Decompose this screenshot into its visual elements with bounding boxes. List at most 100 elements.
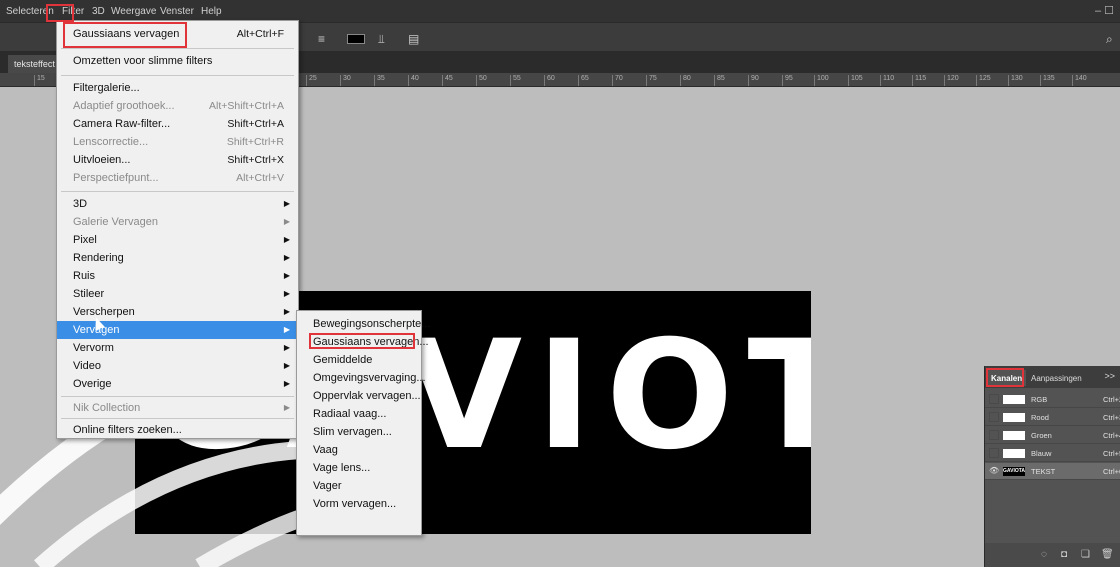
text-color-swatch[interactable]	[347, 34, 365, 44]
character-panel-icon[interactable]: ▤	[408, 32, 419, 46]
channel-row-rood[interactable]: Rood Ctrl+3	[985, 409, 1120, 426]
channel-shortcut: Ctrl+5	[1103, 449, 1120, 458]
menu-item-label: Video	[73, 360, 101, 372]
load-selection-icon[interactable]: ◌	[1041, 549, 1047, 560]
trash-icon[interactable]: 🗑	[1101, 549, 1114, 560]
menu-item-shortcut: Alt+Ctrl+F	[236, 28, 284, 40]
visibility-toggle[interactable]	[989, 448, 999, 458]
ruler-tick: 130	[1008, 75, 1023, 86]
menu-item-label: Perspectiefpunt...	[73, 172, 159, 184]
submenu-item-vorm-vervagen[interactable]: Vorm vervagen...	[297, 495, 421, 513]
menu-item-perspectiefpunt: Perspectiefpunt... Alt+Ctrl+V	[57, 169, 298, 187]
menu-separator	[61, 48, 294, 49]
submenu-arrow-icon: ▶	[283, 307, 290, 316]
eye-icon[interactable]: 👁	[989, 466, 999, 476]
save-selection-icon[interactable]: ◘	[1061, 549, 1067, 560]
menu-item-camera-raw[interactable]: Camera Raw-filter... Shift+Ctrl+A	[57, 115, 298, 133]
submenu-item-bewegingsonscherpte[interactable]: Bewegingsonscherpte...	[297, 315, 430, 333]
ruler-tick: 80	[680, 75, 691, 86]
warp-text-icon[interactable]: ⫫	[378, 32, 385, 47]
visibility-toggle[interactable]	[989, 394, 999, 404]
menu-item-label: Galerie Vervagen	[73, 216, 158, 228]
channel-name: Rood	[1031, 413, 1049, 422]
channel-row-tekst[interactable]: 👁 GAVIOTA TEKST Ctrl+6	[985, 463, 1120, 480]
menu-item-vervorm[interactable]: Vervorm ▶	[57, 339, 298, 357]
channel-shortcut: Ctrl+2	[1103, 395, 1120, 404]
ruler-tick: 35	[374, 75, 385, 86]
submenu-item-vager[interactable]: Vager	[297, 477, 421, 495]
ruler-tick: 75	[646, 75, 657, 86]
submenu-arrow-icon: ▶	[283, 379, 290, 388]
menu-item-pixel[interactable]: Pixel ▶	[57, 231, 298, 249]
visibility-toggle[interactable]	[989, 430, 999, 440]
tab-kanalen[interactable]: Kanalen	[987, 370, 1027, 386]
submenu-arrow-icon: ▶	[283, 217, 290, 226]
ruler-tick: 15	[34, 75, 45, 86]
submenu-item-oppervlak-vervagen[interactable]: Oppervlak vervagen...	[297, 387, 421, 405]
menu-item-label: Verscherpen	[73, 306, 135, 318]
ruler-tick: 70	[612, 75, 623, 86]
menu-item-overige[interactable]: Overige ▶	[57, 375, 298, 393]
menu-item-ruis[interactable]: Ruis ▶	[57, 267, 298, 285]
ruler-tick: 135	[1040, 75, 1055, 86]
tab-aanpassingen[interactable]: Aanpassingen	[1027, 370, 1086, 386]
submenu-item-gemiddelde[interactable]: Gemiddelde	[297, 351, 421, 369]
ruler-tick: 60	[544, 75, 555, 86]
visibility-toggle[interactable]	[989, 412, 999, 422]
channel-row-rgb[interactable]: RGB Ctrl+2	[985, 391, 1120, 408]
menu-weergave[interactable]: Weergave	[111, 6, 156, 17]
menu-item-3d[interactable]: 3D ▶	[57, 195, 298, 213]
menu-item-galerie-vervagen: Galerie Vervagen ▶	[57, 213, 298, 231]
menu-item-shortcut: Shift+Ctrl+X	[227, 154, 284, 166]
ruler-tick: 140	[1072, 75, 1087, 86]
panel-more-icon[interactable]: >>	[1104, 371, 1115, 381]
search-icon[interactable]: ⌕	[1106, 32, 1113, 47]
submenu-item-gaussiaans-vervagen[interactable]: Gaussiaans vervagen...	[297, 333, 429, 351]
menu-item-online-filters[interactable]: Online filters zoeken...	[57, 421, 298, 439]
menu-3d[interactable]: 3D	[92, 6, 105, 17]
ruler-tick: 105	[848, 75, 863, 86]
ruler-tick: 115	[912, 75, 926, 86]
channel-row-groen[interactable]: Groen Ctrl+4	[985, 427, 1120, 444]
menu-item-label: Filtergalerie...	[73, 82, 140, 94]
channel-thumbnail	[1003, 413, 1025, 422]
channel-thumbnail: GAVIOTA	[1003, 467, 1026, 476]
menu-item-convert-smart-filters[interactable]: Omzetten voor slimme filters	[57, 52, 298, 70]
menu-item-stileer[interactable]: Stileer ▶	[57, 285, 298, 303]
channel-shortcut: Ctrl+3	[1103, 413, 1120, 422]
channel-row-blauw[interactable]: Blauw Ctrl+5	[985, 445, 1120, 462]
menu-item-label: Gaussiaans vervagen	[73, 28, 180, 40]
menu-item-shortcut: Shift+Ctrl+A	[227, 118, 284, 130]
ruler-tick: 85	[714, 75, 725, 86]
menu-item-adaptief-groothoek: Adaptief groothoek... Alt+Shift+Ctrl+A	[57, 97, 298, 115]
submenu-item-radiaal-vaag[interactable]: Radiaal vaag...	[297, 405, 421, 423]
menu-help[interactable]: Help	[201, 6, 222, 17]
menu-item-label: Stileer	[73, 288, 105, 300]
menu-item-filtergalerie[interactable]: Filtergalerie...	[57, 79, 298, 97]
menu-item-label: Rendering	[73, 252, 124, 264]
submenu-item-slim-vervagen[interactable]: Slim vervagen...	[297, 423, 421, 441]
menu-item-uitvloeien[interactable]: Uitvloeien... Shift+Ctrl+X	[57, 151, 298, 169]
menu-item-shortcut: Alt+Shift+Ctrl+A	[209, 100, 284, 112]
menu-item-video[interactable]: Video ▶	[57, 357, 298, 375]
submenu-item-omgevingsvervaging[interactable]: Omgevingsvervaging...	[297, 369, 426, 387]
menu-venster[interactable]: Venster	[160, 6, 194, 17]
window-controls[interactable]: – ☐	[1095, 4, 1114, 17]
ruler-tick: 100	[814, 75, 829, 86]
submenu-item-vage-lens[interactable]: Vage lens...	[297, 459, 421, 477]
submenu-arrow-icon: ▶	[283, 253, 290, 262]
menu-item-rendering[interactable]: Rendering ▶	[57, 249, 298, 267]
menu-item-shortcut: Shift+Ctrl+R	[226, 136, 284, 148]
menu-filter[interactable]: Filter	[62, 6, 84, 17]
submenu-arrow-icon: ▶	[283, 403, 290, 412]
submenu-arrow-icon: ▶	[283, 271, 290, 280]
submenu-item-vaag[interactable]: Vaag	[297, 441, 421, 459]
menu-item-last-filter[interactable]: Gaussiaans vervagen Alt+Ctrl+F	[57, 25, 298, 43]
ruler-tick: 40	[408, 75, 419, 86]
channel-shortcut: Ctrl+6	[1103, 467, 1120, 476]
menu-selecteren[interactable]: Selecteren	[6, 6, 54, 17]
align-icon[interactable]: ≡	[318, 32, 325, 46]
ruler-tick: 120	[944, 75, 959, 86]
new-channel-icon[interactable]: ❏	[1081, 549, 1090, 560]
ruler-tick: 45	[442, 75, 453, 86]
